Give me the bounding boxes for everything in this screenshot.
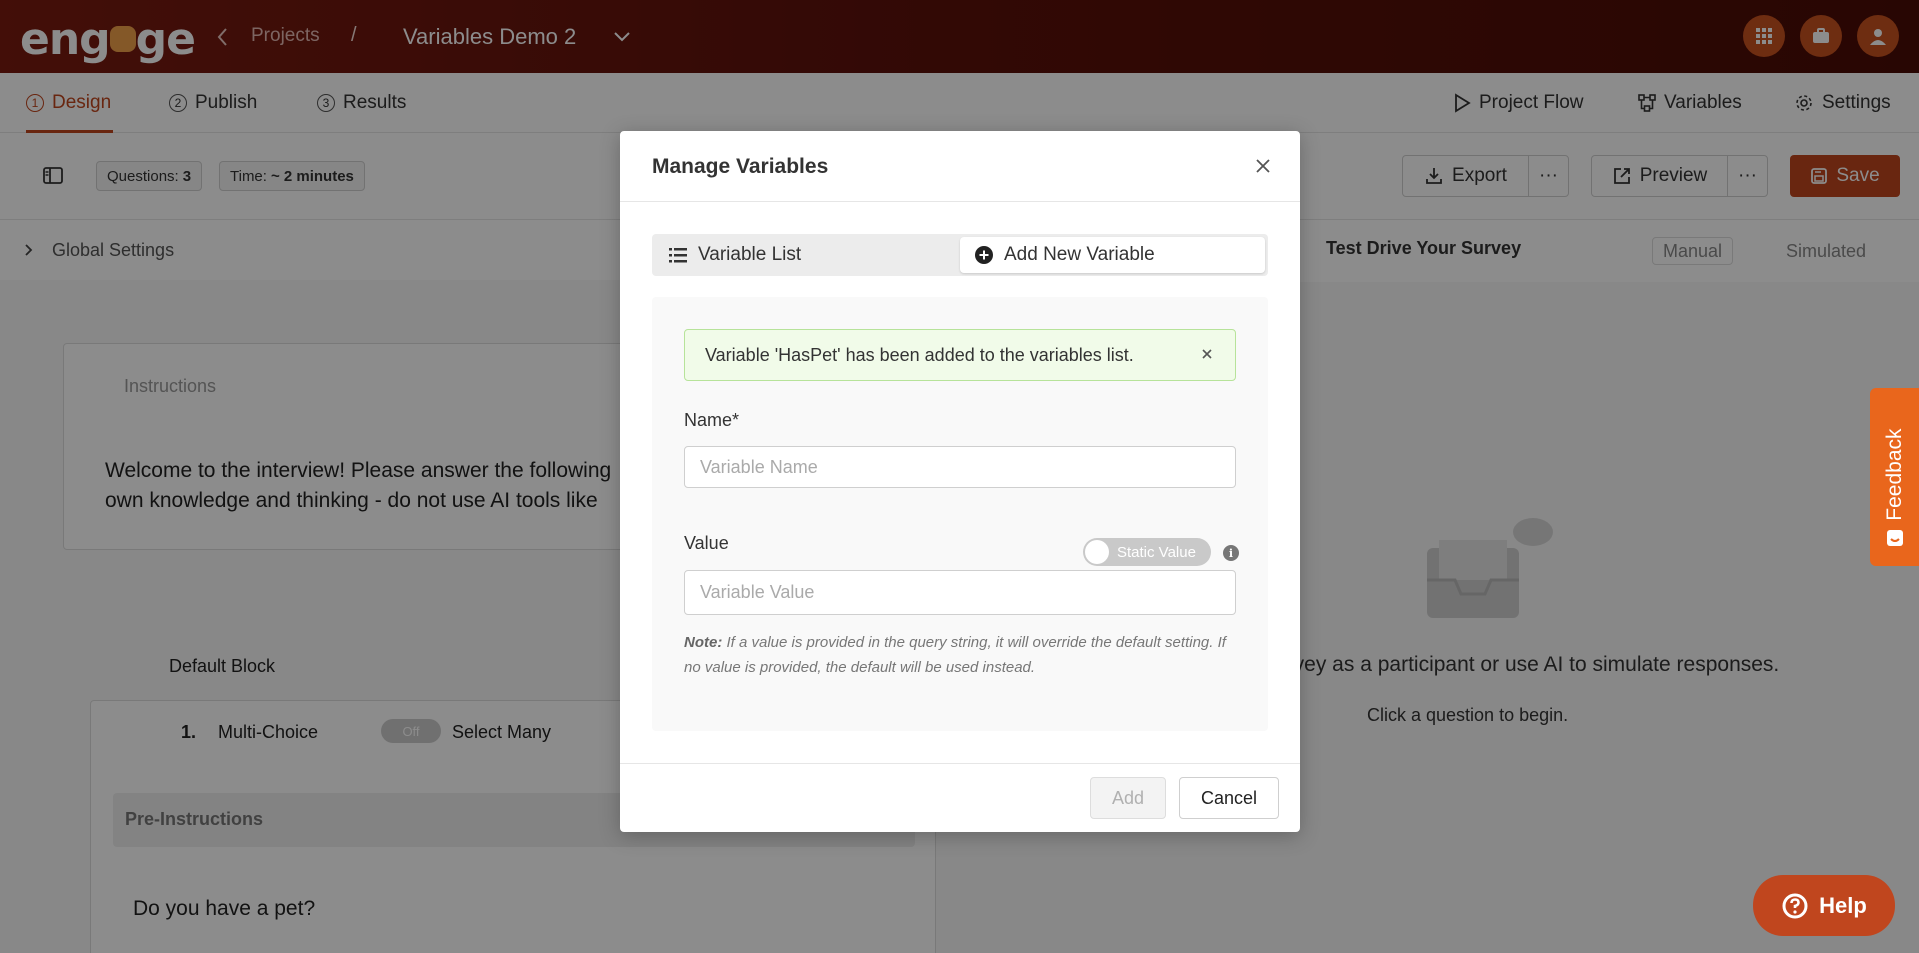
success-alert: Variable 'HasPet' has been added to the … (684, 329, 1236, 381)
cancel-button[interactable]: Cancel (1179, 777, 1279, 819)
help-label: Help (1819, 892, 1867, 918)
feedback-tab[interactable]: Feedback (1870, 388, 1919, 566)
tab-variable-list-label: Variable List (698, 244, 802, 265)
list-icon (669, 248, 687, 263)
note-bold: Note: (684, 634, 723, 651)
add-variable-form: Variable 'HasPet' has been added to the … (652, 297, 1268, 731)
modal-footer: Add Cancel (620, 763, 1300, 832)
tab-variable-list[interactable]: Variable List (668, 234, 801, 276)
manage-variables-modal: Manage Variables Variable List Add New V… (620, 131, 1300, 832)
help-button[interactable]: Help (1753, 875, 1895, 936)
static-value-toggle[interactable]: Static Value (1083, 538, 1211, 566)
info-icon[interactable]: i (1223, 545, 1239, 561)
variable-name-input[interactable] (684, 446, 1236, 488)
alert-close-icon[interactable] (1199, 346, 1215, 362)
note-text: If a value is provided in the query stri… (684, 634, 1226, 676)
help-circle-icon (1782, 893, 1808, 918)
override-note: Note: If a value is provided in the quer… (684, 630, 1236, 680)
variable-value-input[interactable] (684, 570, 1236, 615)
success-alert-text: Variable 'HasPet' has been added to the … (705, 344, 1134, 365)
toggle-knob (1085, 540, 1109, 564)
variables-segmented-control: Variable List Add New Variable (652, 234, 1268, 276)
feedback-smile-icon (1885, 528, 1905, 548)
tab-add-new-variable[interactable]: Add New Variable (960, 237, 1265, 273)
plus-circle-icon (975, 246, 993, 264)
add-button[interactable]: Add (1090, 777, 1166, 819)
feedback-label: Feedback (1882, 428, 1906, 521)
static-value-label: Static Value (1117, 543, 1196, 561)
name-label: Name* (684, 410, 740, 430)
modal-header: Manage Variables (620, 131, 1300, 202)
value-label: Value (684, 533, 729, 553)
close-icon[interactable] (1254, 157, 1272, 175)
tab-add-new-variable-label: Add New Variable (1004, 244, 1155, 265)
modal-title: Manage Variables (652, 155, 829, 178)
